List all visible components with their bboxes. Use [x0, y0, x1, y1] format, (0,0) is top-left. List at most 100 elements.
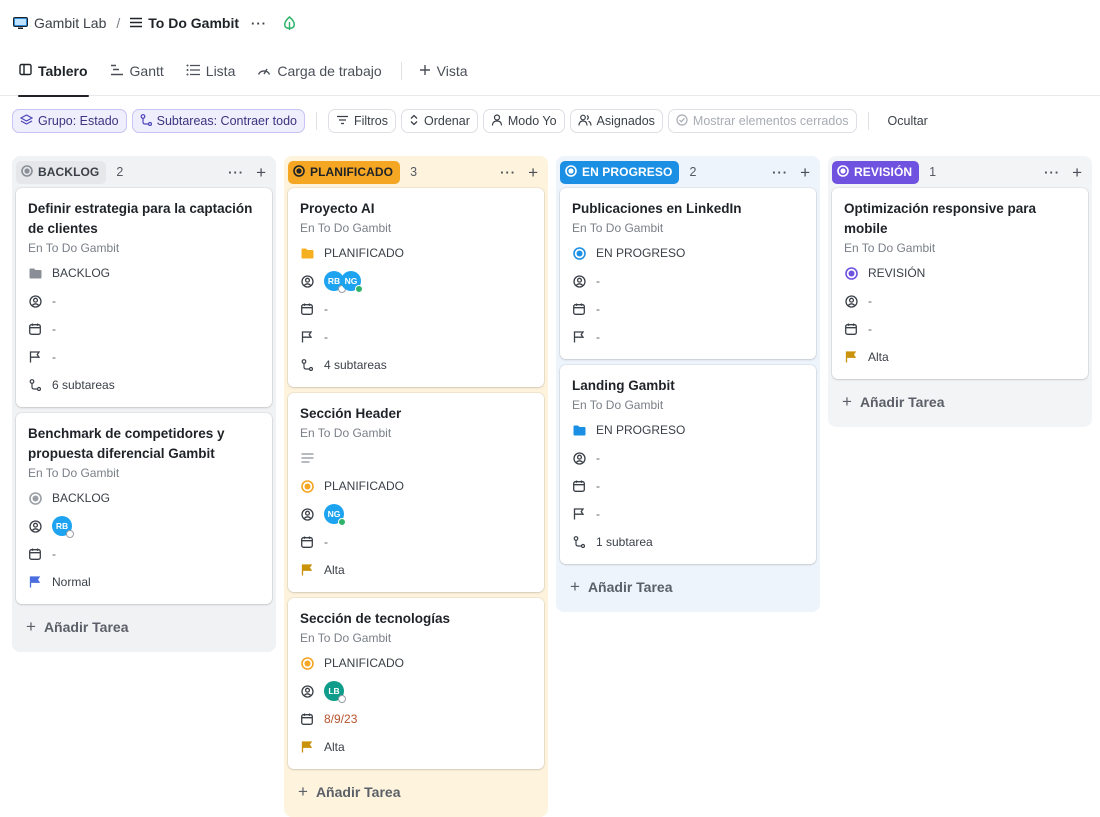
presence-dot [66, 530, 74, 538]
status-pill-revision[interactable]: REVISIÓN [832, 160, 920, 184]
card-status-row[interactable]: REVISIÓN [844, 259, 1077, 287]
tab-tablero[interactable]: Tablero [8, 46, 99, 97]
assigned-button[interactable]: Asignados [569, 109, 663, 133]
card-subtasks-row[interactable]: 4 subtareas [300, 351, 533, 379]
breadcrumb-workspace[interactable]: Gambit Lab [34, 15, 106, 31]
add-task-button[interactable]: + Añadir Tarea [288, 775, 544, 809]
column-more-icon[interactable]: ··· [772, 165, 788, 180]
card-title: Proyecto AI [300, 201, 375, 216]
leaf-icon[interactable] [283, 15, 296, 31]
card-date-empty: - [596, 479, 600, 493]
status-pill-en-progreso[interactable]: EN PROGRESO [560, 160, 680, 184]
card-location: En To Do Gambit [28, 466, 120, 480]
more-options-icon[interactable]: ··· [251, 16, 267, 31]
task-card[interactable]: Definir estrategia para la captación de … [16, 188, 272, 407]
card-assignee-row[interactable]: - [572, 444, 805, 472]
card-status: EN PROGRESO [596, 423, 686, 437]
breadcrumb-list[interactable]: To Do Gambit [148, 15, 239, 31]
card-status-row[interactable]: PLANIFICADO [300, 472, 533, 500]
card-title: Sección de tecnologías [300, 611, 451, 626]
flag-icon [28, 351, 42, 363]
plus-icon: + [26, 617, 36, 636]
tab-lista[interactable]: Lista [175, 46, 247, 96]
column-name: PLANIFICADO [310, 165, 394, 179]
card-assignee-row[interactable]: - [572, 267, 805, 295]
hide-button[interactable]: Ocultar [880, 114, 936, 128]
avatar-group: RB NG [324, 271, 363, 293]
card-status: EN PROGRESO [596, 246, 686, 260]
avatar[interactable]: NG [324, 504, 346, 526]
add-task-button[interactable]: + Añadir Tarea [832, 385, 1088, 419]
card-priority-row[interactable]: - [572, 323, 805, 351]
card-date-row[interactable]: - [28, 315, 261, 343]
card-assignee-row[interactable]: RB [28, 512, 261, 540]
status-pill-backlog[interactable]: BACKLOG [16, 160, 107, 184]
task-card[interactable]: Sección Header En To Do Gambit PLANIFICA… [288, 393, 544, 592]
sort-button[interactable]: Ordenar [401, 109, 478, 133]
card-status-row[interactable]: EN PROGRESO [572, 239, 805, 267]
tab-carga-de-trabajo[interactable]: Carga de trabajo [246, 46, 392, 96]
column-more-icon[interactable]: ··· [1044, 165, 1060, 180]
task-card[interactable]: Proyecto AI En To Do Gambit PLANIFICADO … [288, 188, 544, 387]
avatar[interactable]: NG [341, 271, 363, 293]
tab-add-vista[interactable]: Vista [408, 46, 479, 96]
column-add-icon[interactable]: + [1072, 164, 1082, 181]
card-assignee-row[interactable]: RB NG [300, 267, 533, 295]
filters-button[interactable]: Filtros [327, 109, 397, 133]
column-add-icon[interactable]: + [256, 164, 266, 181]
presence-dot [338, 695, 346, 703]
column-more-icon[interactable]: ··· [500, 165, 516, 180]
me-mode-button[interactable]: Modo Yo [482, 109, 565, 133]
task-card[interactable]: Benchmark de competidores y propuesta di… [16, 413, 272, 604]
card-assignee-row[interactable]: NG [300, 500, 533, 528]
card-status-row[interactable]: BACKLOG [28, 484, 261, 512]
column-name: REVISIÓN [854, 165, 913, 179]
status-pill-planificado[interactable]: PLANIFICADO [288, 160, 401, 184]
card-subtasks-row[interactable]: 1 subtarea [572, 528, 805, 556]
folder-icon [28, 268, 42, 279]
card-priority-row[interactable]: Alta [300, 733, 533, 761]
task-card[interactable]: Publicaciones en LinkedIn En To Do Gambi… [560, 188, 816, 359]
card-date-row[interactable]: - [572, 472, 805, 500]
tab-label: Carga de trabajo [277, 62, 382, 79]
card-status-row[interactable]: BACKLOG [28, 259, 261, 287]
card-priority-row[interactable]: Alta [844, 343, 1077, 371]
card-priority-row[interactable]: Normal [28, 568, 261, 596]
card-assignee-row[interactable]: - [28, 287, 261, 315]
card-priority-row[interactable]: - [28, 343, 261, 371]
subtasks-button[interactable]: Subtareas: Contraer todo [131, 109, 305, 133]
card-status-row[interactable]: EN PROGRESO [572, 416, 805, 444]
avatar[interactable]: LB [324, 681, 346, 703]
card-subtasks-row[interactable]: 6 subtareas [28, 371, 261, 399]
card-date-row[interactable]: 8/9/23 [300, 705, 533, 733]
card-date-row[interactable]: - [300, 295, 533, 323]
card-status-row[interactable]: PLANIFICADO [300, 649, 533, 677]
tab-gantt[interactable]: Gantt [99, 46, 175, 96]
card-assignee-row[interactable]: - [844, 287, 1077, 315]
card-priority-row[interactable]: - [300, 323, 533, 351]
add-task-button[interactable]: + Añadir Tarea [16, 610, 272, 644]
task-card[interactable]: Optimización responsive para mobile En T… [832, 188, 1088, 379]
task-card[interactable]: Landing Gambit En To Do Gambit EN PROGRE… [560, 365, 816, 564]
card-priority: Normal [52, 575, 91, 589]
add-task-button[interactable]: + Añadir Tarea [560, 570, 816, 604]
subtask-icon [572, 536, 586, 548]
column-add-icon[interactable]: + [528, 164, 538, 181]
task-card[interactable]: Sección de tecnologías En To Do Gambit P… [288, 598, 544, 769]
gauge-icon [257, 63, 271, 79]
card-priority-row[interactable]: Alta [300, 556, 533, 584]
card-description-row[interactable] [300, 444, 533, 472]
show-closed-button[interactable]: Mostrar elementos cerrados [667, 109, 857, 133]
card-priority-row[interactable]: - [572, 500, 805, 528]
card-assignee-row[interactable]: LB [300, 677, 533, 705]
card-date-row[interactable]: - [844, 315, 1077, 343]
card-date-row[interactable]: - [300, 528, 533, 556]
card-date-row[interactable]: - [572, 295, 805, 323]
column-more-icon[interactable]: ··· [228, 165, 244, 180]
column-add-icon[interactable]: + [800, 164, 810, 181]
group-by-button[interactable]: Grupo: Estado [12, 109, 127, 133]
avatar[interactable]: RB [52, 516, 74, 538]
card-date-row[interactable]: - [28, 540, 261, 568]
card-status-row[interactable]: PLANIFICADO [300, 239, 533, 267]
column-en-progreso: EN PROGRESO 2 ··· + Publicaciones en Link… [556, 156, 820, 612]
